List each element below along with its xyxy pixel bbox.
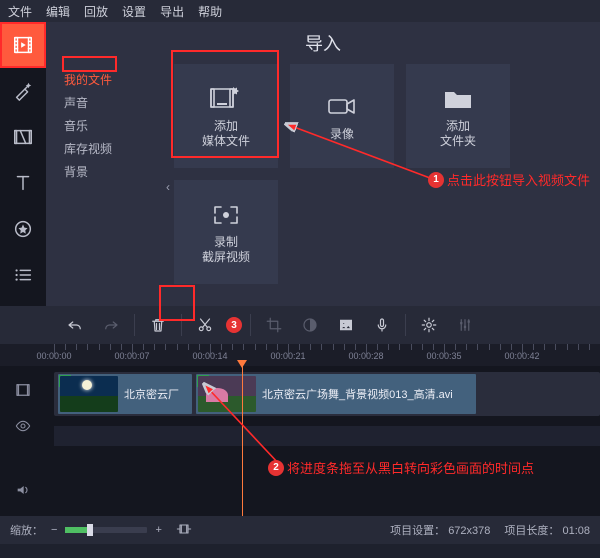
category-stock-video[interactable]: 库存视频 bbox=[64, 137, 166, 160]
category-music[interactable]: 音乐 bbox=[64, 114, 166, 137]
category-background[interactable]: 背景 bbox=[64, 160, 166, 183]
ruler-label: 00:00:14 bbox=[192, 351, 227, 361]
timeline-ruler[interactable]: 00:00:00 00:00:07 00:00:14 00:00:21 00:00:28… bbox=[0, 344, 600, 366]
track-visibility-icon[interactable] bbox=[15, 414, 31, 438]
menu-settings[interactable]: 设置 bbox=[122, 3, 146, 20]
clip-1[interactable]: ★ 北京密云厂 bbox=[58, 374, 192, 414]
tile-record-video[interactable]: 录像 bbox=[290, 64, 394, 168]
sidebar-import[interactable] bbox=[0, 22, 46, 68]
audio-track[interactable] bbox=[54, 426, 600, 446]
annotation-badge-3: 3 bbox=[226, 317, 242, 333]
menu-export[interactable]: 导出 bbox=[160, 3, 184, 20]
menu-edit[interactable]: 编辑 bbox=[46, 3, 70, 20]
timeline-body[interactable]: ★ 北京密云厂 ★ 北京密云广场舞_背景视频013_高清.avi bbox=[46, 366, 600, 516]
status-bar: 缩放： − + 项目设置： 672x378 项目长度： 01:08 bbox=[0, 516, 600, 544]
project-length-value: 01:08 bbox=[562, 525, 590, 537]
ruler-label: 00:00:35 bbox=[426, 351, 461, 361]
sidebar-titles[interactable] bbox=[0, 160, 46, 206]
clip-title: 北京密云厂 bbox=[124, 386, 179, 402]
ruler-label: 00:00:28 bbox=[348, 351, 383, 361]
import-panel: 导入 我的文件 声音 音乐 库存视频 背景 ‹ 添加媒体文件 录像 bbox=[46, 22, 600, 306]
playhead[interactable] bbox=[242, 366, 243, 516]
equalizer-button[interactable] bbox=[450, 310, 480, 340]
crop-button[interactable] bbox=[259, 310, 289, 340]
zoom-label: 缩放： bbox=[10, 522, 43, 538]
menu-help[interactable]: 帮助 bbox=[198, 3, 222, 20]
menu-bar: 文件 编辑 回放 设置 导出 帮助 bbox=[0, 0, 600, 22]
tile-label: 添加文件夹 bbox=[440, 119, 476, 149]
category-list: 我的文件 声音 音乐 库存视频 背景 ‹ bbox=[46, 60, 166, 306]
tile-label: 录制截屏视频 bbox=[202, 235, 250, 265]
ruler-label: 00:00:42 bbox=[504, 351, 539, 361]
timeline-toolbar: 3 bbox=[0, 306, 600, 344]
settings-button[interactable] bbox=[414, 310, 444, 340]
clip-title: 北京密云广场舞_背景视频013_高清.avi bbox=[262, 386, 453, 402]
video-track[interactable]: ★ 北京密云厂 ★ 北京密云广场舞_背景视频013_高清.avi bbox=[54, 372, 600, 416]
clip-2[interactable]: ★ 北京密云广场舞_背景视频013_高清.avi bbox=[196, 374, 476, 414]
timeline: ★ 北京密云厂 ★ 北京密云广场舞_背景视频013_高清.avi bbox=[0, 366, 600, 516]
chevron-left-icon[interactable]: ‹ bbox=[166, 180, 170, 194]
tile-add-media[interactable]: 添加媒体文件 bbox=[174, 64, 278, 168]
image-button[interactable] bbox=[331, 310, 361, 340]
panel-title: 导入 bbox=[46, 22, 600, 60]
sidebar-transitions[interactable] bbox=[0, 114, 46, 160]
tile-label: 录像 bbox=[330, 127, 354, 142]
fit-timeline-icon[interactable] bbox=[176, 523, 192, 538]
category-my-files[interactable]: 我的文件 bbox=[64, 68, 166, 91]
project-length-label: 项目长度： bbox=[504, 525, 559, 537]
sidebar-stickers[interactable] bbox=[0, 206, 46, 252]
menu-playback[interactable]: 回放 bbox=[84, 3, 108, 20]
audio-track-icon[interactable] bbox=[15, 438, 31, 508]
sidebar-effects[interactable] bbox=[0, 68, 46, 114]
category-sound[interactable]: 声音 bbox=[64, 91, 166, 114]
menu-file[interactable]: 文件 bbox=[8, 3, 32, 20]
ruler-label: 00:00:07 bbox=[114, 351, 149, 361]
project-settings-value: 672x378 bbox=[448, 525, 490, 537]
delete-button[interactable] bbox=[143, 310, 173, 340]
clip-thumbnail bbox=[198, 376, 256, 412]
tile-add-folder[interactable]: 添加文件夹 bbox=[406, 64, 510, 168]
tile-label: 添加媒体文件 bbox=[202, 119, 250, 149]
tile-grid: 添加媒体文件 录像 添加文件夹 录制截屏视频 bbox=[166, 60, 600, 306]
left-sidebar bbox=[0, 22, 46, 306]
cut-button[interactable] bbox=[190, 310, 220, 340]
video-track-icon[interactable] bbox=[14, 366, 32, 414]
color-adjust-button[interactable] bbox=[295, 310, 325, 340]
zoom-out-icon[interactable]: − bbox=[51, 524, 57, 536]
zoom-slider[interactable] bbox=[65, 527, 147, 533]
undo-button[interactable] bbox=[60, 310, 90, 340]
clip-thumbnail bbox=[60, 376, 118, 412]
project-settings-label: 项目设置： bbox=[390, 525, 445, 537]
sidebar-more[interactable] bbox=[0, 252, 46, 298]
zoom-in-icon[interactable]: + bbox=[155, 524, 161, 536]
mic-button[interactable] bbox=[367, 310, 397, 340]
redo-button[interactable] bbox=[96, 310, 126, 340]
ruler-label: 00:00:21 bbox=[270, 351, 305, 361]
ruler-label: 00:00:00 bbox=[36, 351, 71, 361]
tile-screen-capture[interactable]: 录制截屏视频 bbox=[174, 180, 278, 284]
